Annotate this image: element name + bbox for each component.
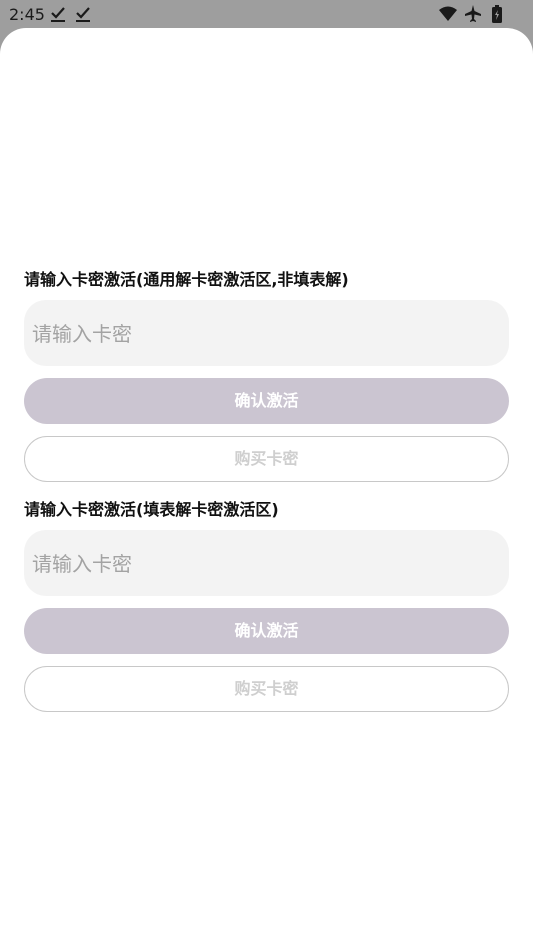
battery-icon — [492, 5, 502, 23]
card-key-input-general[interactable] — [30, 300, 504, 368]
status-time: 2:45 — [9, 5, 45, 24]
card-key-input-container-general — [24, 300, 509, 368]
status-bar: 2:45 — [0, 0, 533, 28]
buy-card-key-button-general[interactable]: 购买卡密 — [24, 436, 509, 482]
confirm-activate-button-form[interactable]: 确认激活 — [24, 608, 509, 654]
download-done-icon — [51, 7, 65, 22]
card-key-input-container-form — [24, 530, 509, 598]
buy-card-key-button-form[interactable]: 购买卡密 — [24, 666, 509, 712]
card-key-input-form[interactable] — [30, 530, 504, 598]
activation-sheet: 请输入卡密激活(通用解卡密激活区,非填表解) 确认激活 购买卡密 请输入卡密激活… — [0, 28, 533, 948]
confirm-activate-button-general[interactable]: 确认激活 — [24, 378, 509, 424]
download-done-icon — [76, 7, 90, 22]
section-title-form: 请输入卡密激活(填表解卡密激活区) — [24, 500, 279, 519]
section-title-general: 请输入卡密激活(通用解卡密激活区,非填表解) — [24, 270, 349, 289]
wifi-icon — [439, 6, 457, 21]
airplane-icon — [465, 5, 481, 22]
